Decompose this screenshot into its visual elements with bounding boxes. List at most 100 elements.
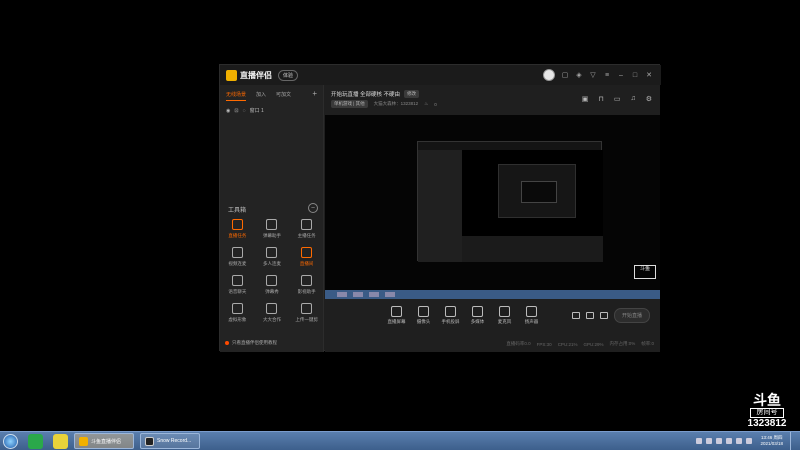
avatar[interactable]: [543, 69, 555, 81]
phone-cast-button[interactable]: 手机投屏: [437, 305, 464, 325]
room-meta: 单机游戏 | 其他 大猫大森林：1323812 ♨ 0: [331, 100, 437, 108]
fans-count: 0: [434, 101, 437, 107]
toolbar-icons: ▣ ⊓ ▭ ♫ ⚙: [582, 95, 652, 103]
status-gpu: GPU:29%: [583, 341, 604, 347]
tools-title: 工具箱: [228, 208, 247, 214]
window-source-icon: ◌: [242, 107, 246, 114]
dock-label: 多媒体: [470, 318, 485, 324]
pinned-app-icon[interactable]: [28, 433, 43, 449]
layout-icon[interactable]: ▣: [582, 95, 589, 103]
app-icon: [79, 436, 88, 446]
dock-label: 直播屏幕: [387, 318, 406, 324]
tool-icon: [301, 219, 313, 230]
maximize-icon[interactable]: □: [631, 72, 639, 79]
record-icon[interactable]: [571, 311, 580, 319]
version-badge[interactable]: 体验: [278, 69, 299, 81]
douyu-logo: 斗鱼: [753, 392, 781, 408]
tool-multi-link[interactable]: 多人连麦: [255, 247, 290, 267]
start-live-button[interactable]: 开始直播: [613, 307, 650, 323]
dock-label: 摄像头: [416, 318, 431, 324]
status-cpu: CPU:21%: [557, 341, 578, 347]
fans-icon: ♨: [424, 101, 429, 106]
tool-label: 多人连麦: [262, 261, 281, 266]
captured-chip: [337, 292, 347, 297]
category-selector[interactable]: 单机游戏 | 其他: [331, 100, 368, 108]
display-icon[interactable]: ▭: [614, 95, 621, 103]
tray-icon[interactable]: [716, 438, 723, 444]
tool-label: 大大合作: [262, 317, 281, 322]
tab-scene-2[interactable]: 加入: [256, 91, 266, 101]
tip-dot-icon: [225, 341, 229, 345]
pinned-app-icon[interactable]: [53, 433, 68, 449]
douyu-watermark-small: 斗鱼: [634, 265, 656, 279]
tools-grid: 直播任务 弹幕助手 主播任务 视频连麦 多人连麦 直播间 语音聊天 弹幕秀 影视…: [220, 219, 324, 323]
tool-movie-helper[interactable]: 影视助手: [289, 275, 324, 295]
tray-icon[interactable]: [706, 438, 713, 444]
settings-icon[interactable]: ⚙: [646, 95, 652, 103]
tip-label: 只看直播伴侣使用教程: [232, 340, 277, 345]
tool-voice-chat[interactable]: 语音聊天: [220, 275, 255, 295]
source-item[interactable]: ◉ ⊡ ◌ 窗口 1: [220, 101, 323, 120]
screen-button[interactable]: 直播屏幕: [383, 305, 410, 325]
show-desktop-button[interactable]: [790, 432, 796, 450]
tool-icon: [231, 219, 243, 230]
lock-icon[interactable]: ⊡: [234, 108, 238, 114]
minimize-icon[interactable]: –: [617, 72, 625, 79]
volume-icon[interactable]: [746, 438, 753, 444]
tab-scene-1[interactable]: 无线场景: [226, 91, 247, 101]
tool-danmu-show[interactable]: 弹幕秀: [255, 275, 290, 295]
tool-avatar[interactable]: 虚拟形象: [220, 303, 255, 323]
lock-icon[interactable]: ⊓: [598, 95, 603, 103]
speaker-button[interactable]: 扬声器: [518, 305, 545, 325]
microphone-icon: [499, 305, 510, 317]
tool-label: 弹幕助手: [262, 233, 281, 238]
status-framerate: 帧率:0: [641, 341, 654, 346]
tool-icon: [231, 303, 243, 314]
tray-icon[interactable]: [726, 438, 733, 444]
tool-one-click-edit[interactable]: 上传一键剪: [289, 303, 324, 323]
tool-danmu-helper[interactable]: 弹幕助手: [255, 219, 290, 239]
eye-icon[interactable]: ◉: [226, 108, 230, 114]
skin-icon[interactable]: ◈: [575, 71, 583, 79]
tray-icon[interactable]: [696, 438, 703, 444]
app-icon: [145, 436, 154, 446]
preview-canvas[interactable]: 斗鱼: [325, 115, 660, 299]
preview-icon[interactable]: [585, 311, 594, 319]
tool-streamer-task[interactable]: 主播任务: [289, 219, 324, 239]
tools-collapse-icon[interactable]: –: [308, 203, 318, 213]
tool-cooperate[interactable]: 大大合作: [255, 303, 290, 323]
tool-icon: [301, 247, 313, 258]
camera-icon: [418, 305, 429, 317]
status-memory: 内存占用:0%: [609, 341, 636, 346]
gift-icon[interactable]: ▽: [589, 71, 597, 79]
room-title: 开始玩直播 全部硬核 不硬由 修改: [331, 90, 420, 98]
taskbar-item-recorder[interactable]: Snow Record...: [140, 433, 200, 449]
taskbar-item-live-companion[interactable]: 斗鱼直播伴侣: [74, 433, 134, 449]
room-title-text: 开始玩直播 全部硬核 不硬由: [331, 92, 401, 98]
network-icon[interactable]: [736, 438, 743, 444]
menu-icon[interactable]: ≡: [603, 72, 611, 79]
tool-label: 直播间: [299, 261, 314, 266]
status-bitrate: 直播码率0.0: [506, 341, 531, 346]
scene-tabs: 无线场景 加入 可加文 +: [220, 85, 323, 101]
microphone-button[interactable]: 麦克风: [491, 305, 518, 325]
add-scene-icon[interactable]: +: [312, 90, 317, 101]
edit-title-button[interactable]: 修改: [404, 90, 420, 98]
close-icon[interactable]: ✕: [645, 71, 653, 79]
start-button[interactable]: [3, 433, 18, 449]
dock-label: 扬声器: [524, 318, 539, 324]
clock[interactable]: 13:46 周四 2021/03/18: [760, 435, 783, 447]
tutorial-tip[interactable]: 只看直播伴侣使用教程: [225, 340, 277, 346]
tool-live-room[interactable]: 直播间: [289, 247, 324, 267]
nested-window: [498, 164, 576, 218]
tool-icon: [266, 219, 278, 230]
media-icon: [472, 305, 483, 317]
tool-video-link[interactable]: 视频连麦: [220, 247, 255, 267]
message-icon[interactable]: ▢: [561, 71, 569, 79]
media-button[interactable]: 多媒体: [464, 305, 491, 325]
settings-icon[interactable]: [599, 311, 608, 319]
tool-live-task[interactable]: 直播任务: [220, 219, 255, 239]
camera-button[interactable]: 摄像头: [410, 305, 437, 325]
tab-scene-3[interactable]: 可加文: [276, 91, 291, 101]
bell-icon[interactable]: ♫: [630, 95, 635, 103]
